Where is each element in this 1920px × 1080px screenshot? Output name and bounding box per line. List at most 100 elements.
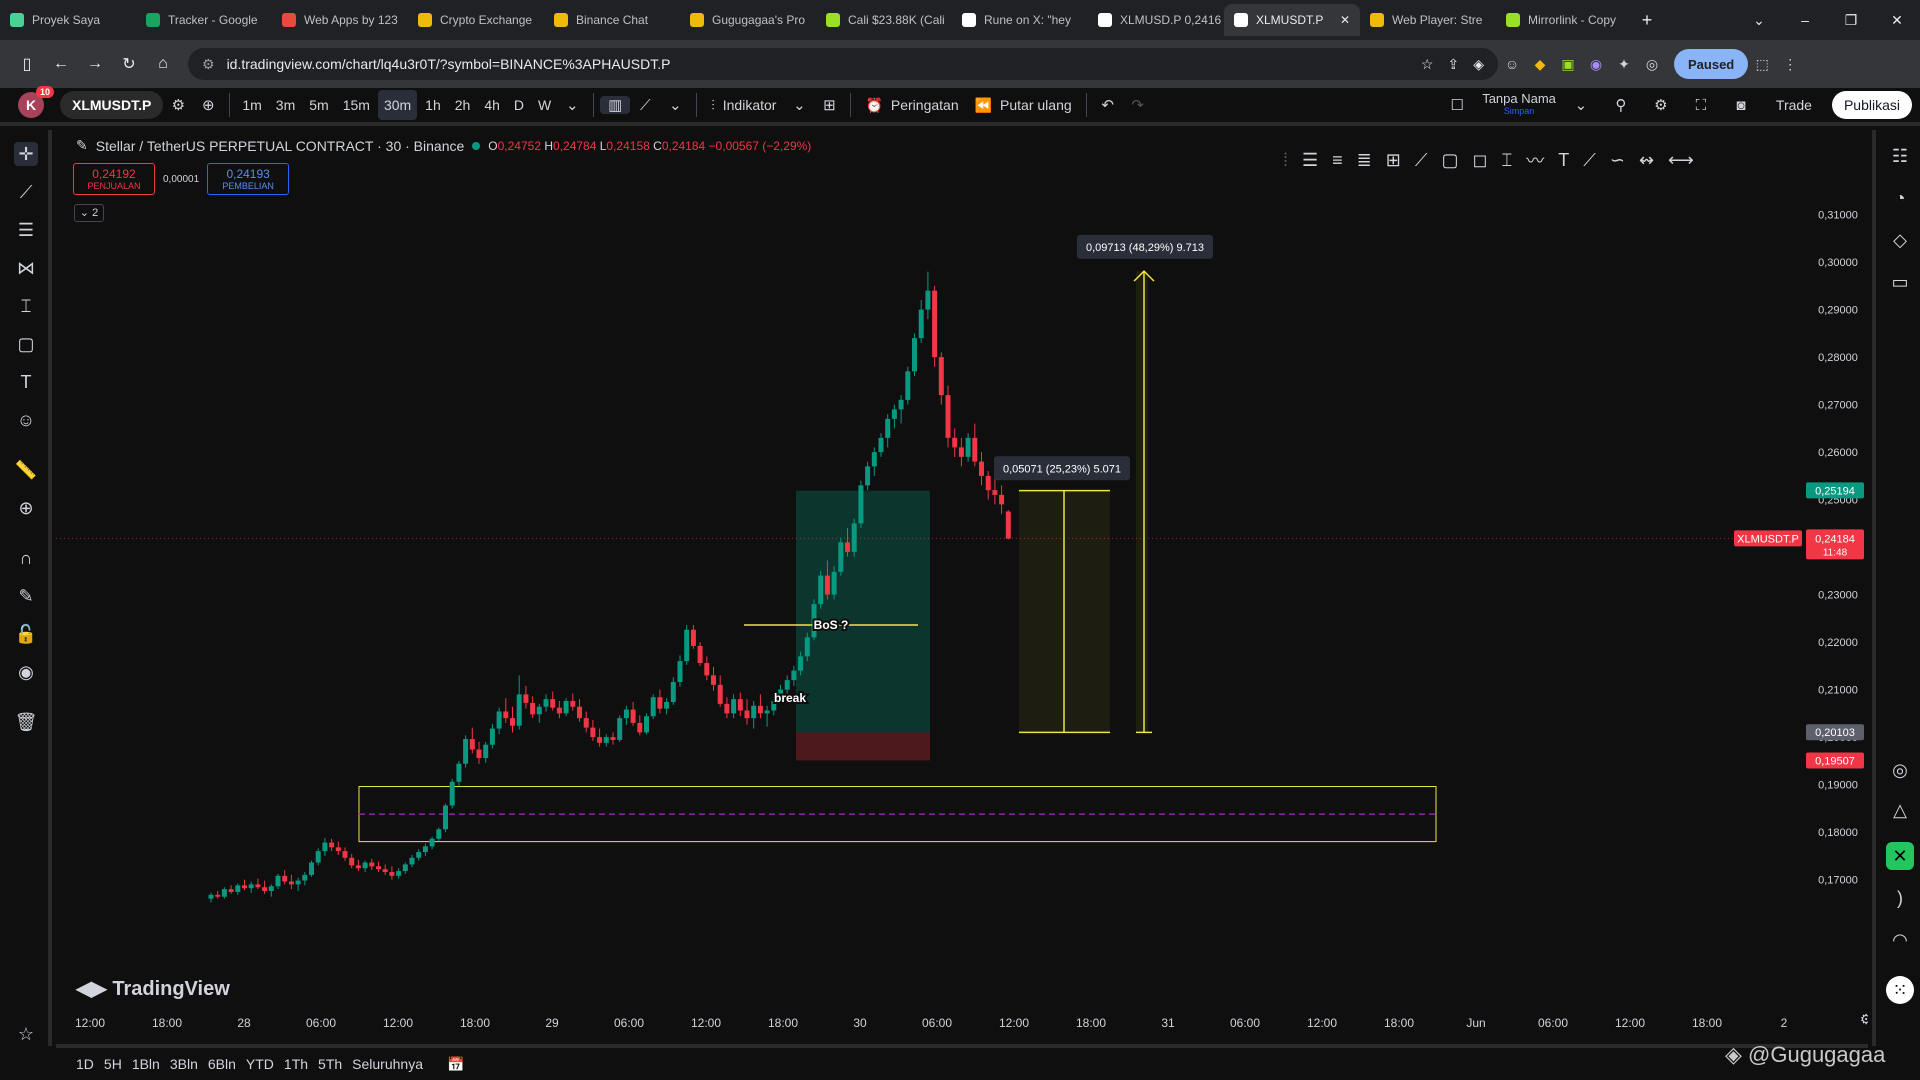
layout-dropdown-icon[interactable]: ⌄ <box>1566 96 1596 114</box>
browser-tab[interactable]: Cali $23.88K (Cali <box>816 4 952 36</box>
reload-icon[interactable]: ↻ <box>112 54 146 74</box>
range-3bln[interactable]: 3Bln <box>170 1056 198 1072</box>
rectangle-icon[interactable]: ▢ <box>1441 150 1458 171</box>
alerts-clock-icon[interactable]: ◔ <box>1886 184 1914 212</box>
close-tab-icon[interactable]: ✕ <box>1340 13 1350 27</box>
range-1d[interactable]: 1D <box>76 1056 94 1072</box>
range-1th[interactable]: 1Th <box>284 1056 308 1072</box>
timeframe-1m[interactable]: 1m <box>236 90 267 120</box>
timeframe-1h[interactable]: 1h <box>419 90 447 120</box>
downloads-icon[interactable]: ⬚ <box>1748 56 1776 73</box>
eye-icon[interactable]: ◉ <box>14 660 38 684</box>
avatar[interactable]: K 10 <box>18 86 54 118</box>
apps-grid-icon[interactable]: ⁙ <box>1886 976 1914 1004</box>
ideas-icon[interactable]: △ <box>1886 796 1914 824</box>
timeframe-4h[interactable]: 4h <box>478 90 506 120</box>
brush-icon[interactable]: ⟋ <box>1583 150 1596 171</box>
lock-icon[interactable]: 🔓 <box>14 622 38 646</box>
browser-tab[interactable]: Web Apps by 123 <box>272 4 408 36</box>
browser-tab[interactable]: Web Player: Stre <box>1360 4 1496 36</box>
fib-icon[interactable]: ☰ <box>14 218 38 242</box>
timeframe-3m[interactable]: 3m <box>270 90 301 120</box>
browser-tab[interactable]: XLMUSDT.P ✕ <box>1224 4 1360 36</box>
grid-icon[interactable]: ⊞ <box>1386 150 1401 171</box>
timeframe-2h[interactable]: 2h <box>449 90 477 120</box>
browser-tab[interactable]: Gugugagaa's Pro <box>680 4 816 36</box>
quick-search-icon[interactable]: ⚲ <box>1606 96 1636 114</box>
range-6bln[interactable]: 6Bln <box>208 1056 236 1072</box>
browser-tab[interactable]: Crypto Exchange <box>408 4 544 36</box>
layers-icon[interactable]: ◇ <box>1886 226 1914 254</box>
binance-extension-icon[interactable]: ◆ <box>1526 56 1554 73</box>
camera-icon[interactable]: ◙ <box>1726 97 1756 114</box>
browser-tab[interactable]: Rune on X: "hey <box>952 4 1088 36</box>
signal-icon[interactable]: ) <box>1886 884 1914 912</box>
browser-tab[interactable]: Tracker - Google <box>136 4 272 36</box>
browser-tab[interactable]: Binance Chat <box>544 4 680 36</box>
symbol-settings-icon[interactable]: ⚙ <box>163 96 193 114</box>
browser-tab[interactable]: Mirrorlink - Copy <box>1496 4 1632 36</box>
timeframe-w[interactable]: W <box>532 90 557 120</box>
target-icon[interactable]: ◎ <box>1886 756 1914 784</box>
channel-icon[interactable]: ≡ <box>1332 150 1343 171</box>
sell-button[interactable]: 0,24192 PENJUALAN <box>73 163 155 195</box>
new-tab-icon[interactable]: + <box>1632 10 1662 31</box>
site-info-icon[interactable]: ⚙ <box>202 56 215 73</box>
timeframe-dropdown-icon[interactable]: ⌄ <box>557 96 587 114</box>
timeframe-5m[interactable]: 5m <box>303 90 334 120</box>
green-app-icon[interactable]: ✕ <box>1886 842 1914 870</box>
zoom-icon[interactable]: ⊕ <box>14 496 38 520</box>
pattern-icon[interactable]: ⋈ <box>14 256 38 280</box>
notification-bell-icon[interactable]: ◠ <box>1886 926 1914 954</box>
shield-icon[interactable]: ◈ <box>1473 56 1484 73</box>
pitchfork-icon[interactable]: ☰ <box>1302 150 1318 171</box>
range-ytd[interactable]: YTD <box>246 1056 274 1072</box>
price-chart[interactable]: 0,170000,180000,190000,200000,210000,220… <box>56 130 1868 1044</box>
redo-icon[interactable]: ↷ <box>1123 96 1153 114</box>
back-icon[interactable]: ← <box>44 55 78 73</box>
goto-date-icon[interactable]: 📅 <box>447 1056 464 1073</box>
maximize-icon[interactable]: ❐ <box>1828 12 1874 29</box>
close-window-icon[interactable]: ✕ <box>1874 12 1920 29</box>
undo-icon[interactable]: ↶ <box>1093 96 1123 114</box>
layout-checkbox-icon[interactable]: ☐ <box>1442 96 1472 114</box>
trend-line-icon[interactable]: ⟋ <box>14 180 38 204</box>
buy-button[interactable]: 0,24193 PEMBELIAN <box>207 163 290 195</box>
url-input[interactable]: ⚙ id.tradingview.com/chart/lq4u3r0T/?sym… <box>188 48 1498 80</box>
extension-icon[interactable]: ☺ <box>1498 56 1526 72</box>
bookmark-star-icon[interactable]: ☆ <box>1421 56 1434 73</box>
crosshair-icon[interactable]: ✛ <box>14 142 38 166</box>
curve-icon[interactable]: ∽ <box>1610 150 1625 171</box>
alert-button[interactable]: ⏰ Peringatan <box>857 97 966 114</box>
price-range-icon[interactable]: ⌶ <box>1501 150 1512 171</box>
timeframe-15m[interactable]: 15m <box>337 90 376 120</box>
layout-name-button[interactable]: Tanpa Nama Simpan <box>1482 92 1556 118</box>
pencil-icon[interactable]: ✎ <box>76 137 88 154</box>
home-icon[interactable]: ⌂ <box>146 55 180 73</box>
arrow-icon[interactable]: ↭ <box>1639 150 1654 171</box>
ruler-icon[interactable]: 📏 <box>14 458 38 482</box>
browser-tab[interactable]: Proyek Saya <box>0 4 136 36</box>
line-icon[interactable]: ⟋ <box>1415 150 1428 171</box>
replay-button[interactable]: ⏪ Putar ulang <box>967 97 1080 114</box>
timeframe-d[interactable]: D <box>508 90 530 120</box>
forward-icon[interactable]: → <box>78 55 112 73</box>
text-tool-icon[interactable]: T <box>1558 150 1569 171</box>
symbol-search-button[interactable]: XLMUSDT.P <box>60 91 164 119</box>
tab-search-icon[interactable]: ⌄ <box>1736 12 1782 29</box>
trash-icon[interactable]: 🗑 <box>14 710 38 734</box>
indicators-button[interactable]: ⫶ Indikator <box>703 97 784 114</box>
emoji-icon[interactable]: ☺ <box>14 408 38 432</box>
chat-icon[interactable]: ▭ <box>1886 268 1914 296</box>
timeframe-30m[interactable]: 30m <box>377 90 418 120</box>
magnet-icon[interactable]: ∩ <box>14 546 38 570</box>
projection-icon[interactable]: ⌶ <box>14 294 38 318</box>
paused-sync-button[interactable]: Paused <box>1674 49 1749 79</box>
candle-type-icon[interactable]: ▥ <box>600 96 631 114</box>
range-5h[interactable]: 5H <box>104 1056 122 1072</box>
compare-add-icon[interactable]: ⊕ <box>193 96 223 114</box>
chart-style-dropdown-icon[interactable]: ⌄ <box>660 96 690 114</box>
browser-tab[interactable]: XLMUSD.P 0,2416 <box>1088 4 1224 36</box>
watchlist-icon[interactable]: ☷ <box>1886 142 1914 170</box>
fullscreen-icon[interactable]: ⛶ <box>1686 97 1716 114</box>
